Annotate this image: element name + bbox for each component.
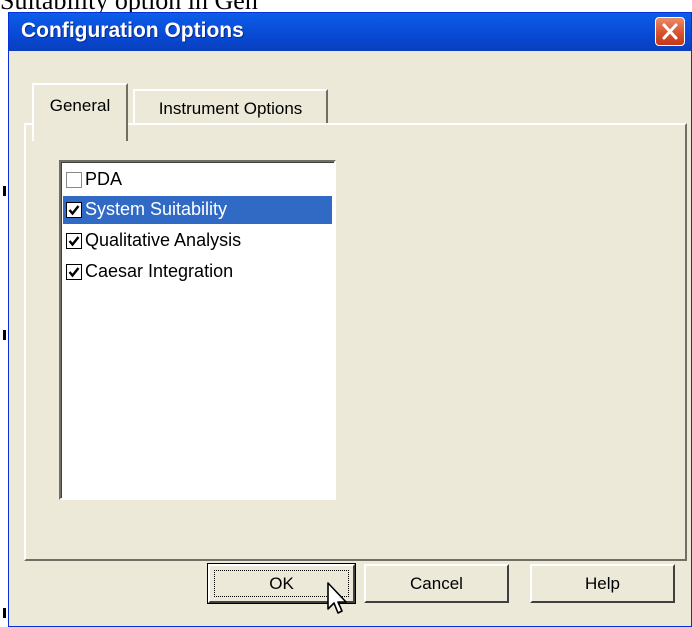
background-mark xyxy=(3,608,6,618)
close-button[interactable] xyxy=(655,17,685,46)
list-item-pda[interactable]: PDA xyxy=(63,166,332,194)
background-mark xyxy=(3,186,6,196)
list-item-label: System Suitability xyxy=(85,199,228,219)
checkmark-icon xyxy=(68,236,80,247)
configuration-options-dialog: Configuration Options General Instrument… xyxy=(8,12,692,627)
list-item-caesar-integration[interactable]: Caesar Integration xyxy=(63,258,332,286)
list-item-qualitative-analysis[interactable]: Qualitative Analysis xyxy=(63,227,332,255)
checkbox-qualitative-analysis[interactable] xyxy=(66,233,82,249)
tab-instrument-options-label: Instrument Options xyxy=(158,99,303,118)
background-mark xyxy=(3,330,6,340)
dialog-title: Configuration Options xyxy=(21,19,244,42)
close-icon xyxy=(662,23,678,40)
tab-instrument-options[interactable]: Instrument Options xyxy=(133,89,328,125)
checkbox-caesar-integration[interactable] xyxy=(66,264,82,280)
options-checklist[interactable]: PDA System Suitability Qualitative Analy… xyxy=(59,160,336,500)
cancel-button[interactable]: Cancel xyxy=(364,564,509,603)
help-button-label: Help xyxy=(585,574,620,593)
cancel-button-label: Cancel xyxy=(410,574,463,593)
list-item-label: PDA xyxy=(85,169,123,189)
list-item-label: Qualitative Analysis xyxy=(85,230,242,250)
checkmark-icon xyxy=(68,205,80,216)
background-caption: Suitability option in Gen xyxy=(0,0,692,12)
tab-general[interactable]: General xyxy=(32,83,128,141)
arrow-cursor-icon xyxy=(327,582,347,614)
list-item-system-suitability[interactable]: System Suitability xyxy=(63,196,332,224)
help-button[interactable]: Help xyxy=(530,564,675,603)
list-item-label: Caesar Integration xyxy=(85,261,234,281)
checkbox-pda[interactable] xyxy=(66,172,82,188)
tab-general-label: General xyxy=(49,96,111,115)
checkbox-system-suitability[interactable] xyxy=(66,202,82,218)
title-bar[interactable]: Configuration Options xyxy=(9,13,691,51)
checkmark-icon xyxy=(68,267,80,278)
